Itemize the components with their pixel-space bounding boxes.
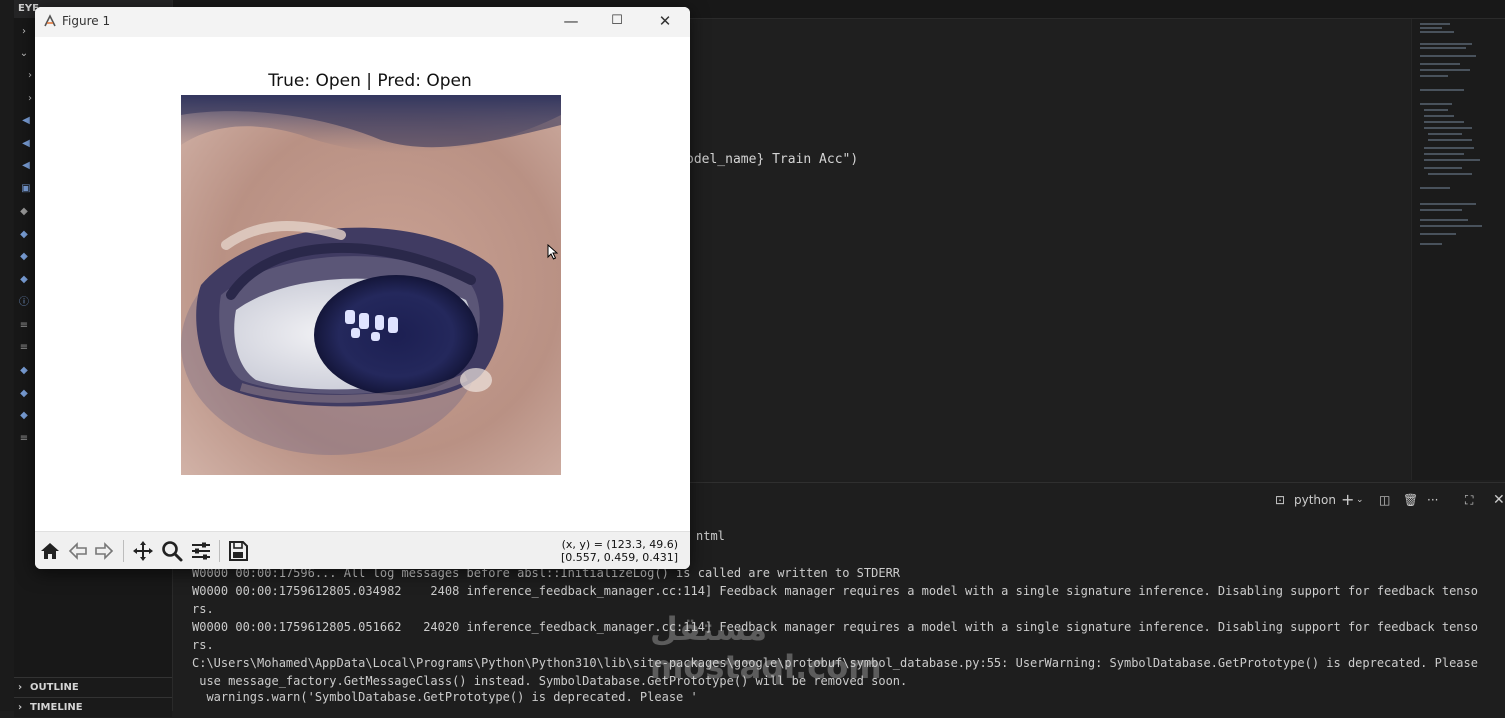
- maximize-icon[interactable]: ☐: [594, 7, 640, 37]
- terminal-line: rs.: [192, 638, 214, 652]
- text-file-icon[interactable]: ≡: [18, 433, 30, 445]
- python-file-icon[interactable]: ◆: [18, 410, 30, 422]
- figure-window-title: Figure 1: [62, 14, 111, 28]
- terminal-line: W0000 00:00:1759612805.034982 2408 infer…: [192, 584, 1478, 598]
- maximize-panel-icon[interactable]: ⛶: [1465, 491, 1473, 509]
- plot-title: True: Open | Pred: Open: [268, 71, 472, 91]
- trash-icon[interactable]: 🗑: [1403, 491, 1418, 509]
- split-terminal-icon[interactable]: ◫: [1379, 491, 1390, 509]
- terminal-line: warnings.warn('SymbolDatabase.GetPrototy…: [192, 690, 698, 704]
- close-icon[interactable]: ✕: [642, 7, 688, 37]
- toolbar-separator: [219, 540, 220, 562]
- back-icon[interactable]: [66, 539, 90, 563]
- zoom-icon[interactable]: [160, 539, 184, 563]
- matplotlib-logo-icon: [44, 14, 56, 27]
- timeline-section[interactable]: › TIMELINE: [14, 697, 172, 717]
- minimap[interactable]: [1411, 19, 1505, 480]
- figure-titlebar[interactable]: Figure 1 — ☐ ✕: [35, 7, 690, 37]
- text-file-icon[interactable]: ≡: [18, 320, 30, 332]
- audio-file-icon[interactable]: ◀: [20, 115, 32, 127]
- python-file-icon[interactable]: ◆: [18, 251, 30, 263]
- python-file-icon[interactable]: ◆: [18, 365, 30, 377]
- chevron-right-icon: ›: [18, 702, 23, 713]
- audio-file-icon[interactable]: ◀: [20, 138, 32, 150]
- toolbar-separator: [123, 540, 124, 562]
- configure-icon[interactable]: [189, 539, 213, 563]
- outline-section[interactable]: › OUTLINE: [14, 677, 172, 697]
- more-actions-icon[interactable]: ···: [1427, 491, 1438, 509]
- figure-window[interactable]: Figure 1 — ☐ ✕ True: Open | Pred: Open (…: [35, 7, 690, 569]
- python-file-icon[interactable]: ◆: [18, 274, 30, 286]
- home-icon[interactable]: [38, 539, 62, 563]
- code-line[interactable]: odel_name} Train Acc"): [686, 152, 858, 167]
- figure-toolbar: (x, y) = (123.3, 49.6) [0.557, 0.459, 0.…: [35, 531, 690, 569]
- audio-file-icon[interactable]: ◀: [20, 160, 32, 172]
- timeline-label: TIMELINE: [30, 702, 83, 713]
- pan-icon[interactable]: [131, 539, 155, 563]
- python-file-icon[interactable]: ◆: [18, 388, 30, 400]
- info-file-icon[interactable]: ⓘ: [18, 297, 30, 309]
- eye-image[interactable]: [181, 95, 561, 475]
- coords-rgb: [0.557, 0.459, 0.431]: [560, 551, 678, 564]
- terminal-line: ntml: [696, 529, 725, 543]
- chevron-down-icon[interactable]: ⌄: [1356, 491, 1364, 509]
- watermark: مستقل mostaql.com: [650, 610, 882, 686]
- python-file-icon[interactable]: ◆: [18, 229, 30, 241]
- terminal-tab-label[interactable]: python: [1294, 491, 1336, 509]
- cursor-coordinates: (x, y) = (123.3, 49.6) [0.557, 0.459, 0.…: [561, 538, 678, 564]
- image-file-icon[interactable]: ▣: [20, 183, 32, 195]
- chevron-right-icon[interactable]: ›: [18, 26, 30, 38]
- new-terminal-icon[interactable]: +: [1341, 491, 1354, 509]
- forward-icon[interactable]: [92, 539, 116, 563]
- activity-bar: [0, 0, 14, 711]
- chevron-down-icon[interactable]: ⌄: [18, 48, 30, 60]
- terminal-icon: ⊡: [1275, 493, 1286, 507]
- text-file-icon[interactable]: ≡: [18, 342, 30, 354]
- outline-label: OUTLINE: [30, 682, 79, 693]
- coords-xy: (x, y) = (123.3, 49.6): [561, 538, 678, 551]
- close-panel-icon[interactable]: ✕: [1493, 491, 1505, 509]
- save-icon[interactable]: [226, 539, 250, 563]
- minimize-icon[interactable]: —: [548, 7, 594, 37]
- mouse-cursor-icon: [547, 244, 558, 260]
- terminal-line: rs.: [192, 602, 214, 616]
- chevron-right-icon: ›: [18, 682, 23, 693]
- settings-file-icon[interactable]: ◆: [18, 206, 30, 218]
